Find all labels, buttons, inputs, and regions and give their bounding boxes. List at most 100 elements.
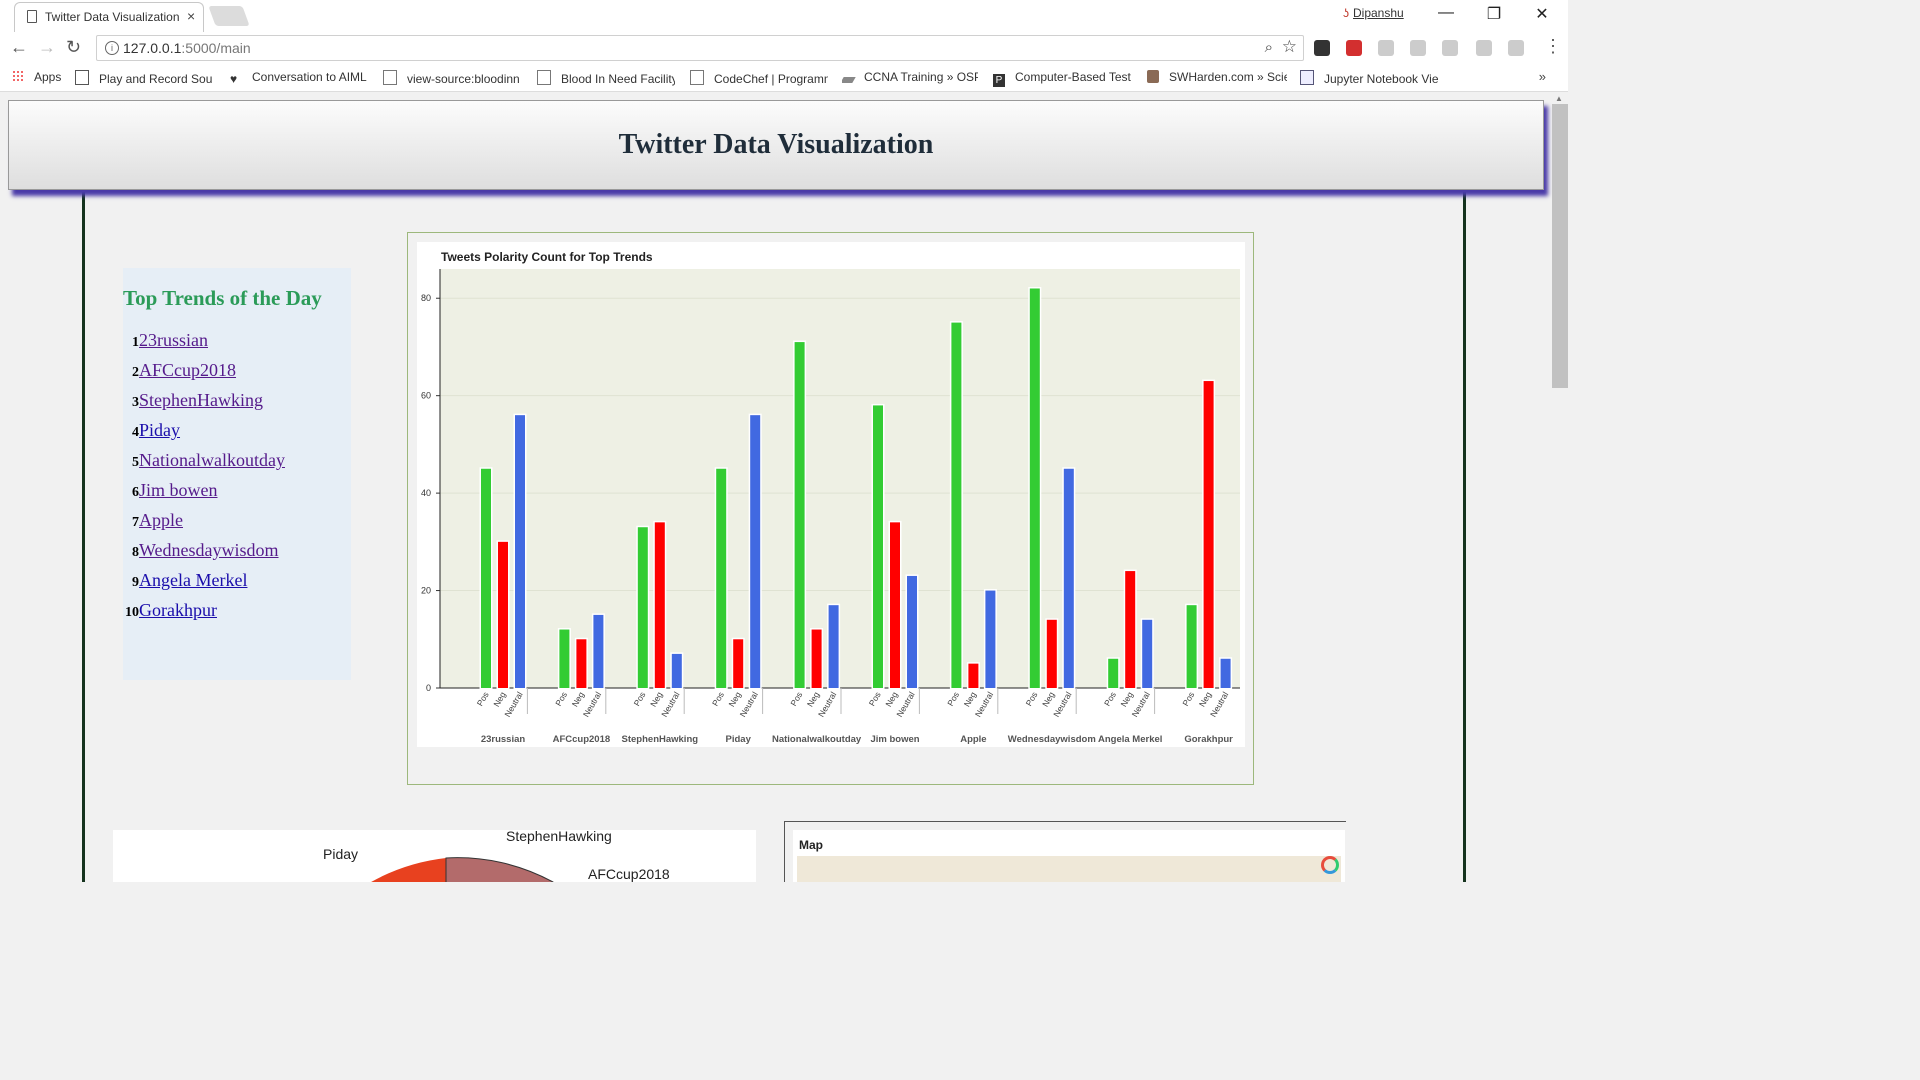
bookmark-item[interactable]: CCNA Training » OSP xyxy=(842,70,978,84)
trend-link[interactable]: Jim bowen xyxy=(139,480,218,500)
browser-toolbar: ← → ↻ i 127.0.0.1:5000/main ⌕ ☆ ⋮ xyxy=(0,32,1568,64)
reload-icon[interactable]: ↻ xyxy=(66,37,81,58)
bookmark-item[interactable]: Play and Record Sour xyxy=(75,70,213,86)
avatar-icon xyxy=(1147,70,1159,83)
trend-link[interactable]: Gorakhpur xyxy=(139,600,217,620)
bookmark-item[interactable]: Jupyter Notebook Vie xyxy=(1300,70,1440,86)
restore-button[interactable]: ❐ xyxy=(1484,4,1504,24)
jupyter-icon xyxy=(1300,70,1314,85)
bar xyxy=(496,540,510,690)
close-window-button[interactable]: ✕ xyxy=(1532,4,1552,24)
trend-link[interactable]: Piday xyxy=(139,420,180,440)
x-category-label: Gorakhpur xyxy=(1184,734,1233,745)
page-icon xyxy=(537,70,551,85)
bookmarks-bar: Apps Play and Record Sour ♥ Conversation … xyxy=(0,64,1568,92)
trend-link[interactable]: Wednesdaywisdom xyxy=(139,540,279,560)
map-title: Map xyxy=(799,838,823,852)
menu-icon[interactable]: ⋮ xyxy=(1544,36,1562,57)
bookmark-item[interactable]: P Computer-Based Test xyxy=(993,70,1133,87)
y-tick-label: 60 xyxy=(421,391,431,401)
page-icon xyxy=(27,10,37,23)
extension-icon[interactable] xyxy=(1378,40,1394,56)
bar xyxy=(827,603,841,690)
bookmark-item[interactable]: ♥ Conversation to AIML xyxy=(230,70,368,85)
trend-link[interactable]: Angela Merkel xyxy=(139,570,247,590)
pie-label: AFCcup2018 xyxy=(588,866,670,882)
trend-link[interactable]: Nationalwalkoutday xyxy=(139,450,285,470)
extension-icon[interactable] xyxy=(1476,40,1492,56)
extension-icon[interactable] xyxy=(1442,40,1458,56)
trend-item: 8Wednesdaywisdom xyxy=(132,540,279,560)
bar xyxy=(810,628,824,690)
bookmark-item[interactable]: CodeChef | Programm xyxy=(690,70,828,86)
polarity-bar-chart: Tweets Polarity Count for Top Trends 0 20 4… xyxy=(417,242,1245,747)
page-icon xyxy=(383,70,397,85)
bookmark-apps[interactable]: Apps xyxy=(12,70,66,84)
trend-link[interactable]: Apple xyxy=(139,510,183,530)
x-category-label: AFCcup2018 xyxy=(553,734,611,745)
bookmarks-more-button[interactable]: » xyxy=(1539,69,1546,84)
page-icon xyxy=(690,70,704,85)
bar xyxy=(748,413,762,690)
bar xyxy=(479,467,493,690)
tab-strip: Twitter Data Visualization × ʖ Dipanshu —… xyxy=(0,0,1568,32)
bar xyxy=(1062,467,1076,690)
forward-arrow-icon[interactable]: → xyxy=(38,37,56,58)
info-icon[interactable]: i xyxy=(105,41,119,55)
tab-title: Twitter Data Visualization xyxy=(45,10,180,24)
pie-slice xyxy=(445,857,554,882)
chart-title: Tweets Polarity Count for Top Trends xyxy=(441,250,653,264)
trend-item: 7Apple xyxy=(132,510,183,530)
pie-slice xyxy=(371,858,446,882)
bookmark-star-icon[interactable]: ☆ xyxy=(1282,37,1297,57)
bar xyxy=(1140,618,1154,690)
bar xyxy=(1028,286,1042,690)
bar xyxy=(670,652,684,690)
trend-item: 6Jim bowen xyxy=(132,480,218,500)
bar xyxy=(888,520,902,690)
minimize-button[interactable]: — xyxy=(1436,4,1456,22)
bar xyxy=(1202,379,1216,690)
trend-item: 2AFCcup2018 xyxy=(132,360,237,380)
x-category-label: Jim bowen xyxy=(870,734,919,745)
bar xyxy=(983,589,997,690)
map-panel: Map xyxy=(784,821,1346,882)
map-settings-icon[interactable] xyxy=(1321,856,1339,874)
extension-icon[interactable] xyxy=(1346,40,1362,56)
bookmark-item[interactable]: SWHarden.com » Scie xyxy=(1147,70,1287,84)
heart-icon: ♥ xyxy=(230,72,238,85)
extension-icon[interactable] xyxy=(1314,40,1330,56)
browser-tab[interactable]: Twitter Data Visualization × xyxy=(14,2,204,32)
trend-link[interactable]: 23russian xyxy=(139,330,208,350)
page-scrollbar[interactable]: ▲ xyxy=(1552,92,1568,882)
new-tab-button[interactable] xyxy=(208,6,250,26)
bookmark-item[interactable]: Blood In Need Facility xyxy=(537,70,675,86)
zoom-icon[interactable]: ⌕ xyxy=(1265,39,1273,56)
bar xyxy=(557,628,571,690)
bookmark-item[interactable]: view-source:bloodinn xyxy=(383,70,521,86)
bar xyxy=(905,574,919,690)
page-viewport: Twitter Data Visualization Top Trends of… xyxy=(0,92,1552,882)
profile-button[interactable]: ʖ Dipanshu xyxy=(1343,6,1404,20)
trend-item: 123russian xyxy=(132,330,208,350)
trend-link[interactable]: StephenHawking xyxy=(139,390,263,410)
x-category-label: Wednesdaywisdom xyxy=(1008,734,1096,745)
bar xyxy=(1045,618,1059,690)
scrollbar-thumb[interactable] xyxy=(1552,104,1568,388)
y-tick-label: 80 xyxy=(421,293,431,303)
extension-icon[interactable] xyxy=(1410,40,1426,56)
back-arrow-icon[interactable]: ← xyxy=(10,37,28,58)
extension-icon[interactable] xyxy=(1508,40,1524,56)
bar xyxy=(871,403,885,690)
top-trends-panel: Top Trends of the Day 123russian 2AFCcup… xyxy=(123,268,351,680)
map-view[interactable] xyxy=(797,856,1341,882)
x-category-label: Angela Merkel xyxy=(1098,734,1162,745)
apps-grid-icon xyxy=(12,70,24,83)
bar xyxy=(1185,603,1199,690)
address-bar[interactable]: i 127.0.0.1:5000/main ⌕ ☆ xyxy=(96,35,1304,61)
trend-link[interactable]: AFCcup2018 xyxy=(139,360,236,380)
x-category-label: Apple xyxy=(960,734,986,745)
scroll-up-icon[interactable]: ▲ xyxy=(1555,94,1563,103)
tab-close-icon[interactable]: × xyxy=(187,8,195,24)
pie-label: Piday xyxy=(323,846,358,862)
